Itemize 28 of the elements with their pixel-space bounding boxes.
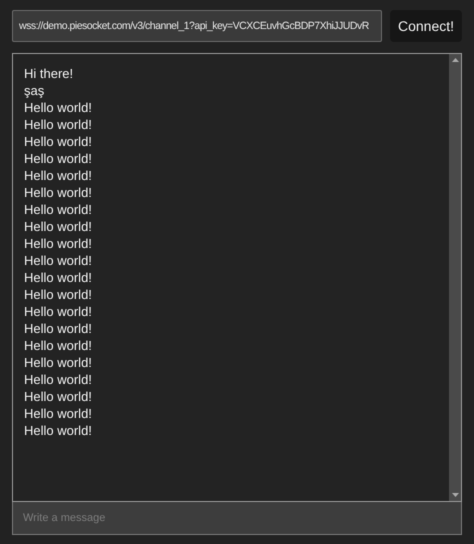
message-text: Hello world! — [24, 218, 93, 235]
connect-button[interactable]: Connect! — [390, 10, 462, 42]
message-text: Hello world! — [24, 201, 93, 218]
message-text: Hello world! — [24, 371, 93, 388]
message-text: Hello world! — [24, 422, 93, 439]
message-text: Hello world! — [24, 116, 93, 133]
message-text: Hello world! — [24, 150, 93, 167]
scroll-up-icon[interactable] — [452, 58, 458, 62]
message-text: Hello world! — [24, 133, 93, 150]
message-text: Hello world! — [24, 320, 93, 337]
message-text: Hello world! — [24, 354, 93, 371]
message-text: Hello world! — [24, 388, 93, 405]
message-text: Hello world! — [24, 269, 93, 286]
message-text: şaş — [24, 82, 46, 99]
message-text: Hi there! — [24, 65, 74, 82]
url-field[interactable]: wss://demo.piesocket.com/v3/channel_1?api_key=VCXCEuvhGcBDP7XhiJJUDvR — [12, 10, 382, 42]
message-text: Hello world! — [24, 286, 93, 303]
scrollbar[interactable] — [449, 54, 461, 501]
message-text: Hello world! — [24, 303, 93, 320]
message-text: Hello world! — [24, 184, 93, 201]
message-text: Hello world! — [24, 337, 93, 354]
message-field[interactable]: Write a message — [12, 502, 462, 535]
scroll-down-icon[interactable] — [452, 493, 458, 497]
message-text: Hello world! — [24, 99, 93, 116]
message-text: Hello world! — [24, 235, 93, 252]
message-text: Hello world! — [24, 405, 93, 422]
message-text: Hello world! — [24, 167, 93, 184]
message-text: Hello world! — [24, 252, 93, 269]
